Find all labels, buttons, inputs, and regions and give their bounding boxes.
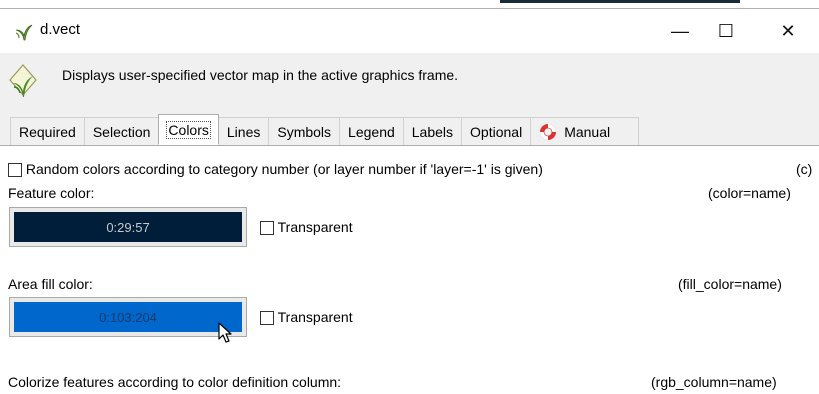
tab-lines[interactable]: Lines	[217, 117, 270, 145]
random-colors-flag: (c)	[796, 161, 813, 177]
tab-label: Colors	[166, 120, 211, 139]
area-transparent-row: Transparent	[260, 309, 353, 326]
tab-labels[interactable]: Labels	[402, 117, 463, 145]
area-fill-color-param: (fill_color=name)	[678, 276, 782, 292]
close-button[interactable]: ✕	[765, 9, 811, 53]
area-transparent-label[interactable]: Transparent	[278, 309, 353, 325]
module-description: Displays user-specified vector map in th…	[62, 67, 459, 83]
area-fill-color-swatch: 0:103:204	[14, 302, 242, 332]
grass-logo-icon	[9, 64, 37, 97]
description-row: Displays user-specified vector map in th…	[0, 53, 819, 113]
tab-required[interactable]: Required	[10, 117, 85, 145]
rgb-column-param: (rgb_column=name)	[651, 374, 777, 390]
mouse-pointer-icon	[218, 322, 232, 343]
tab-selection[interactable]: Selection	[83, 117, 160, 145]
lifebuoy-icon	[540, 123, 557, 140]
feature-color-button[interactable]: 0:29:57	[9, 207, 247, 247]
feature-transparent-label[interactable]: Transparent	[278, 219, 353, 235]
rgb-column-label: Colorize features according to color def…	[8, 374, 342, 390]
tab-label: Legend	[348, 123, 395, 140]
dialog-window: d.vect — ☐ ✕ Displays user-specified vec…	[0, 8, 819, 394]
tab-label: Required	[19, 123, 76, 140]
window-title: d.vect	[40, 21, 81, 38]
feature-color-label: Feature color:	[8, 185, 95, 201]
feature-transparent-row: Transparent	[260, 219, 353, 236]
random-colors-checkbox[interactable]	[8, 163, 22, 178]
feature-color-param: (color=name)	[708, 185, 791, 201]
maximize-button[interactable]: ☐	[703, 9, 749, 53]
grass-app-icon	[15, 24, 33, 41]
area-transparent-checkbox[interactable]	[260, 311, 274, 326]
tab-symbols[interactable]: Symbols	[268, 117, 341, 145]
area-fill-color-label: Area fill color:	[8, 276, 93, 292]
title-bar[interactable]: d.vect — ☐ ✕	[0, 9, 819, 53]
tab-optional[interactable]: Optional	[461, 117, 532, 145]
tab-label: Selection	[92, 123, 151, 140]
minimize-button[interactable]: —	[657, 9, 703, 53]
tab-manual[interactable]: Manual	[530, 117, 640, 145]
feature-transparent-checkbox[interactable]	[260, 221, 274, 236]
random-colors-row: Random colors according to category numb…	[8, 161, 543, 178]
tab-colors[interactable]: Colors	[158, 114, 219, 145]
area-fill-color-button[interactable]: 0:103:204	[9, 297, 247, 337]
tab-label: Optional	[470, 123, 523, 140]
background-window-edge	[500, 0, 740, 3]
tab-label: Lines	[226, 123, 261, 140]
tab-label: Labels	[411, 123, 454, 140]
tab-label: Symbols	[277, 123, 332, 140]
feature-color-swatch: 0:29:57	[14, 212, 242, 242]
tab-legend[interactable]: Legend	[339, 117, 404, 145]
tab-label: Manual	[564, 123, 611, 140]
colors-panel: Random colors according to category numb…	[0, 145, 819, 394]
tab-bar: Required Selection Colors Lines Symbols …	[10, 114, 640, 145]
random-colors-label[interactable]: Random colors according to category numb…	[26, 161, 543, 177]
